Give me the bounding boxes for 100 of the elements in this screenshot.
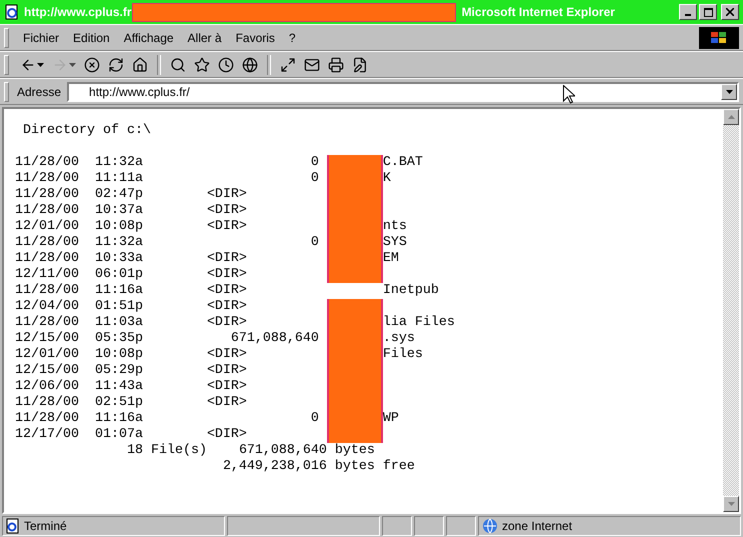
time-text: 02:47p bbox=[94, 187, 143, 202]
scroll-up-button[interactable] bbox=[723, 109, 739, 125]
file-name: EM bbox=[382, 251, 399, 267]
menu-item[interactable]: Affichage bbox=[118, 28, 180, 48]
date-text: 12/15/00 bbox=[15, 363, 79, 378]
time-text: 11:43a bbox=[94, 379, 143, 394]
date-text: 11/28/00 bbox=[15, 235, 79, 250]
clock-icon bbox=[218, 56, 234, 72]
zone-text: zone Internet bbox=[502, 519, 572, 533]
size-text: <DIR> bbox=[206, 315, 247, 330]
status-panel bbox=[446, 516, 476, 536]
status-text: Terminé bbox=[24, 519, 67, 533]
size-text: <DIR> bbox=[206, 251, 247, 266]
stop-icon bbox=[84, 56, 100, 72]
status-panel bbox=[414, 516, 444, 536]
file-name: SYS bbox=[382, 235, 407, 251]
file-name: lia Files bbox=[382, 315, 455, 331]
date-text: 12/17/00 bbox=[15, 427, 79, 442]
time-text: 05:29p bbox=[94, 363, 143, 378]
size-text: <DIR> bbox=[206, 363, 247, 378]
size-text: <DIR> bbox=[206, 379, 247, 394]
date-text: 11/28/00 bbox=[15, 411, 79, 426]
time-text: 10:33a bbox=[94, 251, 143, 266]
file-name: C.BAT bbox=[382, 155, 423, 171]
file-name: Files bbox=[382, 347, 423, 363]
time-text: 01:51p bbox=[94, 299, 143, 314]
time-text: 11:32a bbox=[94, 155, 143, 170]
home-icon bbox=[132, 56, 148, 72]
size-text: 671,088,640 bbox=[230, 331, 319, 346]
caret-icon bbox=[726, 90, 732, 94]
search-icon bbox=[170, 56, 186, 72]
star-icon bbox=[194, 56, 210, 72]
file-name: WP bbox=[382, 411, 399, 427]
size-text: <DIR> bbox=[206, 427, 247, 442]
maximize-icon bbox=[704, 8, 712, 16]
globe-icon bbox=[242, 56, 258, 72]
total-bytes: 671,088,640 bytes bbox=[238, 443, 375, 459]
date-text: 12/01/00 bbox=[15, 347, 79, 362]
size-text: <DIR> bbox=[206, 187, 247, 202]
menu-item[interactable]: Aller à bbox=[182, 28, 228, 48]
window-title: http://www.cplus.fr bbox=[24, 5, 132, 19]
file-name: nts bbox=[382, 219, 407, 235]
time-text: 11:32a bbox=[94, 235, 143, 250]
caret-icon bbox=[37, 62, 44, 66]
close-button[interactable] bbox=[721, 4, 739, 20]
size-text: <DIR> bbox=[206, 283, 247, 298]
time-text: 06:01p bbox=[94, 267, 143, 282]
time-text: 11:16a bbox=[94, 283, 143, 298]
file-name: K bbox=[382, 171, 391, 187]
minimize-button[interactable] bbox=[679, 4, 697, 20]
directory-heading: Directory of c:\ bbox=[22, 123, 152, 139]
browser-icon bbox=[4, 4, 20, 20]
refresh-icon bbox=[108, 56, 124, 72]
date-text: 11/28/00 bbox=[15, 203, 79, 218]
dropdown-button[interactable] bbox=[721, 84, 737, 100]
time-text: 11:03a bbox=[94, 315, 143, 330]
menu-item[interactable]: Edition bbox=[67, 28, 116, 48]
size-text: 0 bbox=[310, 171, 319, 186]
time-text: 10:08p bbox=[94, 347, 143, 362]
status-panel bbox=[382, 516, 412, 536]
menu-item[interactable]: Favoris bbox=[230, 28, 281, 48]
size-text: 0 bbox=[310, 235, 319, 250]
scroll-down-button[interactable] bbox=[723, 496, 739, 512]
date-text: 11/28/00 bbox=[15, 187, 79, 202]
size-text: <DIR> bbox=[206, 347, 247, 362]
page-icon bbox=[6, 518, 20, 534]
size-text: 0 bbox=[310, 411, 319, 426]
globe-icon bbox=[482, 518, 498, 534]
printer-icon bbox=[328, 56, 344, 72]
file-count: 18 File(s) bbox=[126, 443, 207, 458]
date-text: 12/11/00 bbox=[15, 267, 79, 282]
date-text: 12/15/00 bbox=[15, 331, 79, 346]
date-text: 11/28/00 bbox=[15, 315, 79, 330]
date-text: 12/06/00 bbox=[15, 379, 79, 394]
address-label: Adresse bbox=[17, 84, 62, 98]
time-text: 10:08p bbox=[94, 219, 143, 234]
size-text: <DIR> bbox=[206, 219, 247, 234]
file-name: Inetpub bbox=[382, 283, 439, 299]
date-text: 11/28/00 bbox=[15, 283, 79, 298]
down-arrow-icon bbox=[728, 502, 734, 506]
menu-item[interactable]: ? bbox=[282, 28, 302, 48]
time-text: 02:51p bbox=[94, 395, 143, 410]
date-text: 12/04/00 bbox=[15, 299, 79, 314]
maximize-button[interactable] bbox=[699, 4, 717, 20]
size-text: <DIR> bbox=[206, 395, 247, 410]
size-text: <DIR> bbox=[206, 299, 247, 314]
time-text: 01:07a bbox=[94, 427, 143, 442]
time-text: 10:37a bbox=[94, 203, 143, 218]
file-name: .sys bbox=[382, 331, 415, 347]
address-field[interactable]: http://www.cplus.fr/ bbox=[67, 82, 739, 102]
size-text: 0 bbox=[310, 155, 319, 170]
date-text: 12/01/00 bbox=[15, 219, 79, 234]
windows-logo-icon bbox=[709, 30, 729, 46]
time-text: 05:35p bbox=[94, 331, 143, 346]
mail-icon bbox=[304, 56, 320, 72]
date-text: 11/28/00 bbox=[15, 251, 79, 266]
address-input[interactable]: http://www.cplus.fr/ bbox=[69, 84, 721, 100]
free-bytes: 2,449,238,016 bytes free bbox=[222, 459, 415, 475]
menu-item[interactable]: Fichier bbox=[17, 28, 66, 48]
date-text: 11/28/00 bbox=[15, 395, 79, 410]
